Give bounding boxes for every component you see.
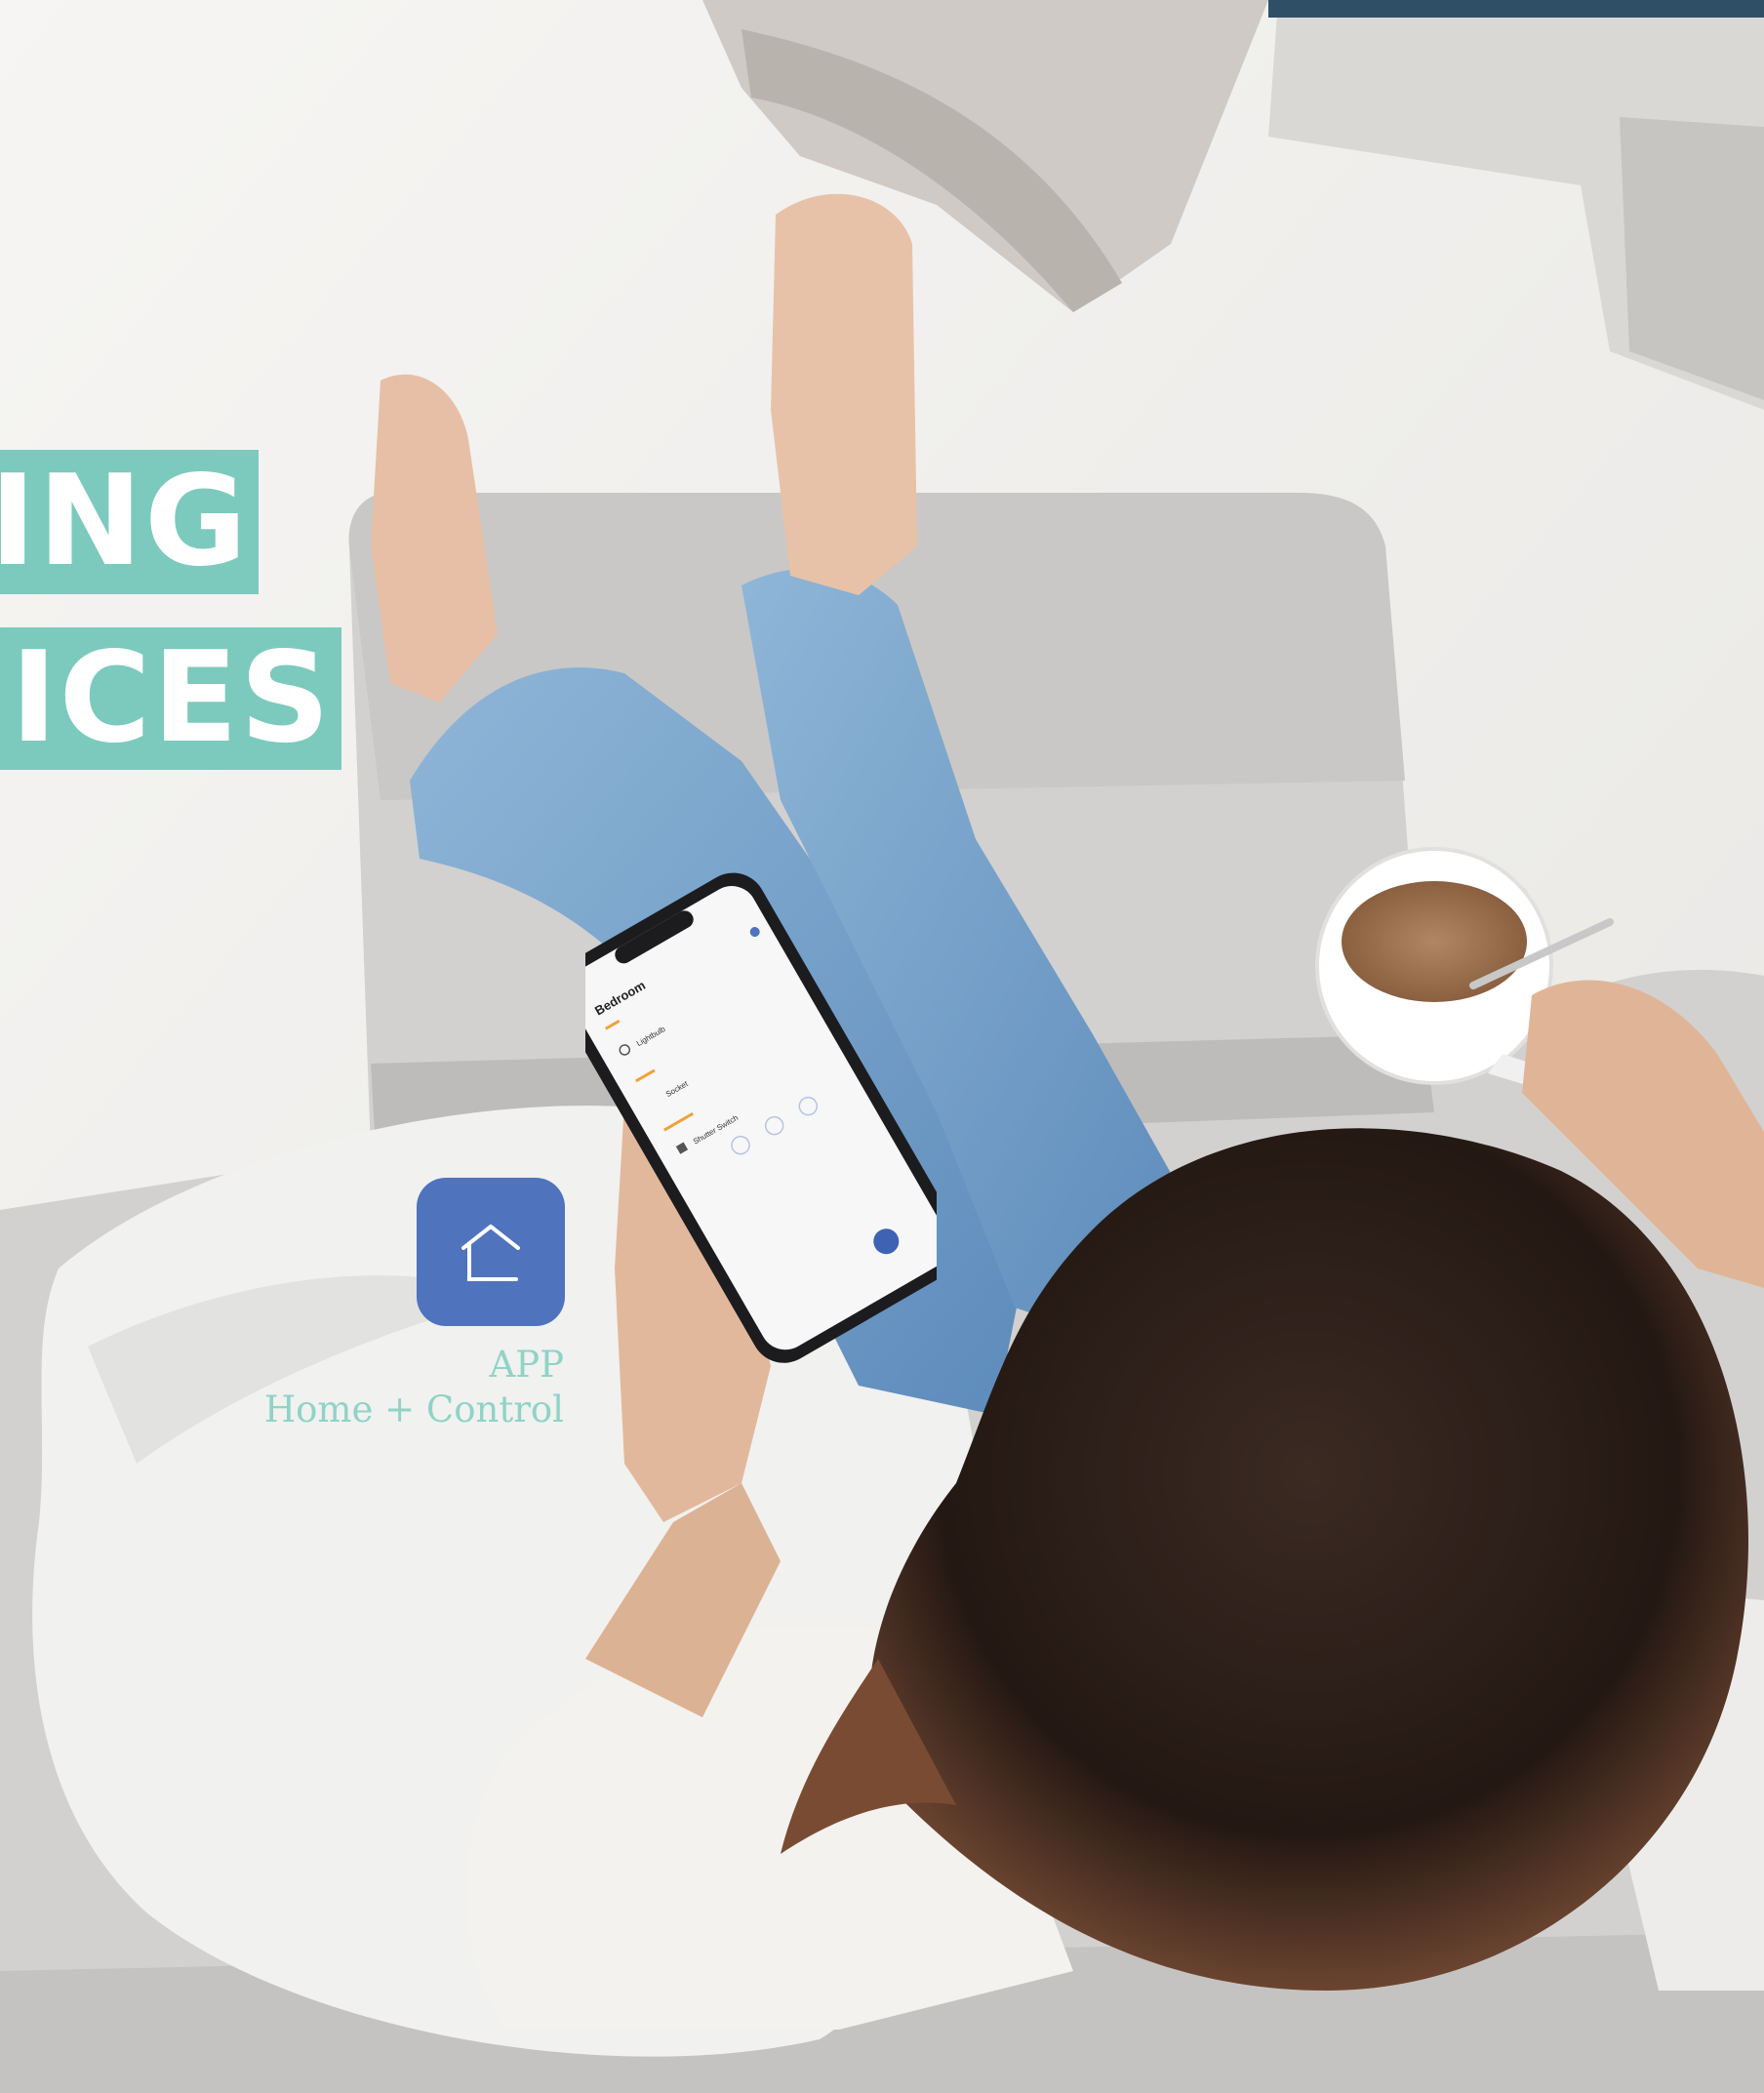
headline-line2: ICES (10, 627, 332, 770)
app-label-line2: Home + Control (263, 1389, 564, 1430)
headline-line1: ING (0, 450, 249, 594)
smartphone: Bedroom Lightbulb Socket Shutter Switch (585, 872, 937, 1363)
home-outline-icon (461, 1225, 520, 1281)
headline-banner-1: ING (0, 450, 259, 594)
app-label-line1: APP (489, 1344, 564, 1386)
headline-banner-2: ICES (0, 627, 341, 770)
app-icon (417, 1178, 565, 1326)
app-label: APP Home + Control (264, 1343, 564, 1432)
